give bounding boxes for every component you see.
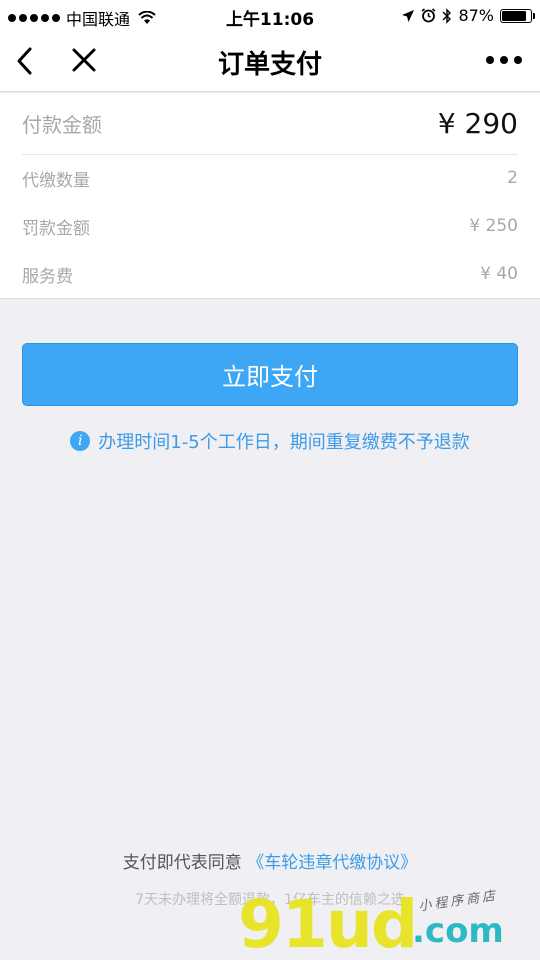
detail-label: 罚款金额 (22, 218, 90, 239)
status-right: 87% (401, 6, 535, 25)
detail-value: ¥ 40 (480, 264, 518, 284)
detail-label: 服务费 (22, 266, 73, 287)
notice-text: 办理时间1-5个工作日，期间重复缴费不予退款 (98, 432, 470, 453)
detail-value: ¥ 250 (469, 216, 518, 236)
battery-fill (502, 10, 527, 21)
navigation-bar: 订单支付 (0, 30, 540, 92)
alarm-icon (421, 8, 436, 23)
detail-row-service-fee: 服务费 ¥ 40 (22, 251, 518, 297)
more-options-icon[interactable] (486, 56, 522, 64)
page-title: 订单支付 (217, 50, 322, 80)
pay-now-button[interactable]: 立即支付 (22, 343, 518, 406)
watermark-brand: 91ud (238, 886, 418, 960)
battery-percent: 87% (458, 6, 494, 25)
watermark-domain: .com (412, 911, 504, 951)
agreement-prefix: 支付即代表同意 (122, 853, 242, 873)
order-details: 付款金额 ¥ 290 代缴数量 2 罚款金额 ¥ 250 服务费 ¥ 40 (0, 93, 540, 299)
battery-icon (500, 8, 535, 23)
location-arrow-icon (402, 9, 415, 22)
agreement-link[interactable]: 《车轮违章代缴协议》 (247, 853, 417, 873)
status-bar: 中国联通 上午11:06 87% (0, 0, 540, 30)
info-icon: i (70, 431, 91, 451)
agreement-line: 支付即代表同意 《车轮违章代缴协议》 (0, 848, 540, 873)
payment-amount-value: ¥ 290 (437, 107, 518, 140)
payment-amount-label: 付款金额 (22, 113, 102, 137)
payment-amount-row: 付款金额 ¥ 290 (22, 93, 518, 155)
watermark-tag: 小程序商店 (417, 888, 499, 915)
detail-row-quantity: 代缴数量 2 (22, 155, 518, 201)
bluetooth-icon (442, 7, 452, 24)
detail-row-fine: 罚款金额 ¥ 250 (22, 203, 518, 249)
detail-label: 代缴数量 (22, 170, 90, 191)
processing-notice: i 办理时间1-5个工作日，期间重复缴费不予退款 (0, 428, 540, 454)
watermark-logo: 小程序商店 91ud .com (232, 886, 532, 960)
detail-value: 2 (507, 168, 518, 188)
